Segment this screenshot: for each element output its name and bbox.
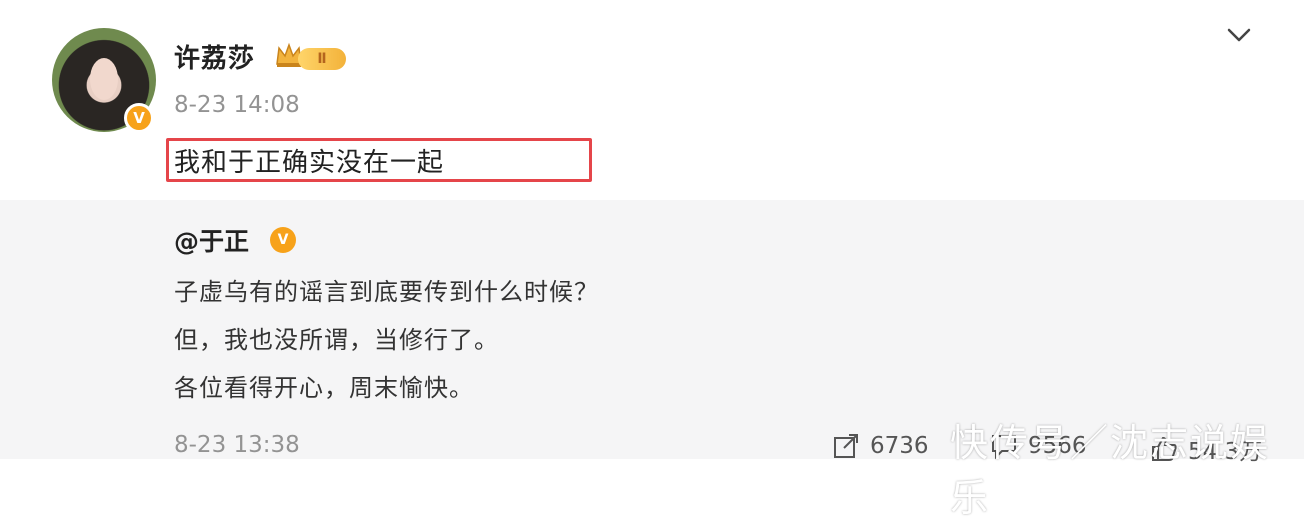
post-username[interactable]: 许荔莎 [174, 38, 255, 75]
repost-text-line: 但，我也没所谓，当修行了。 [174, 326, 499, 354]
repost-count: 6736 [870, 433, 929, 459]
share-icon [834, 434, 858, 458]
verified-v-icon: V [124, 103, 154, 133]
repost-timestamp[interactable]: 8-23 13:38 [174, 432, 300, 458]
watermark: 快传号／沈志说娱乐 [950, 421, 1271, 520]
repost-text-line: 各位看得开心，周末愉快。 [174, 374, 474, 402]
repost-text-line: 子虚乌有的谣言到底要传到什么时候？ [174, 278, 599, 306]
verified-v-icon: V [270, 227, 296, 253]
repost-author-link[interactable]: @于正 [174, 222, 249, 258]
post-text: 我和于正确实没在一起 [174, 148, 445, 178]
chevron-down-icon[interactable] [1226, 26, 1252, 44]
repost-count-button[interactable]: 6736 [832, 432, 929, 460]
level-badge: Ⅱ [298, 48, 346, 70]
post-timestamp[interactable]: 8-23 14:08 [174, 92, 300, 118]
